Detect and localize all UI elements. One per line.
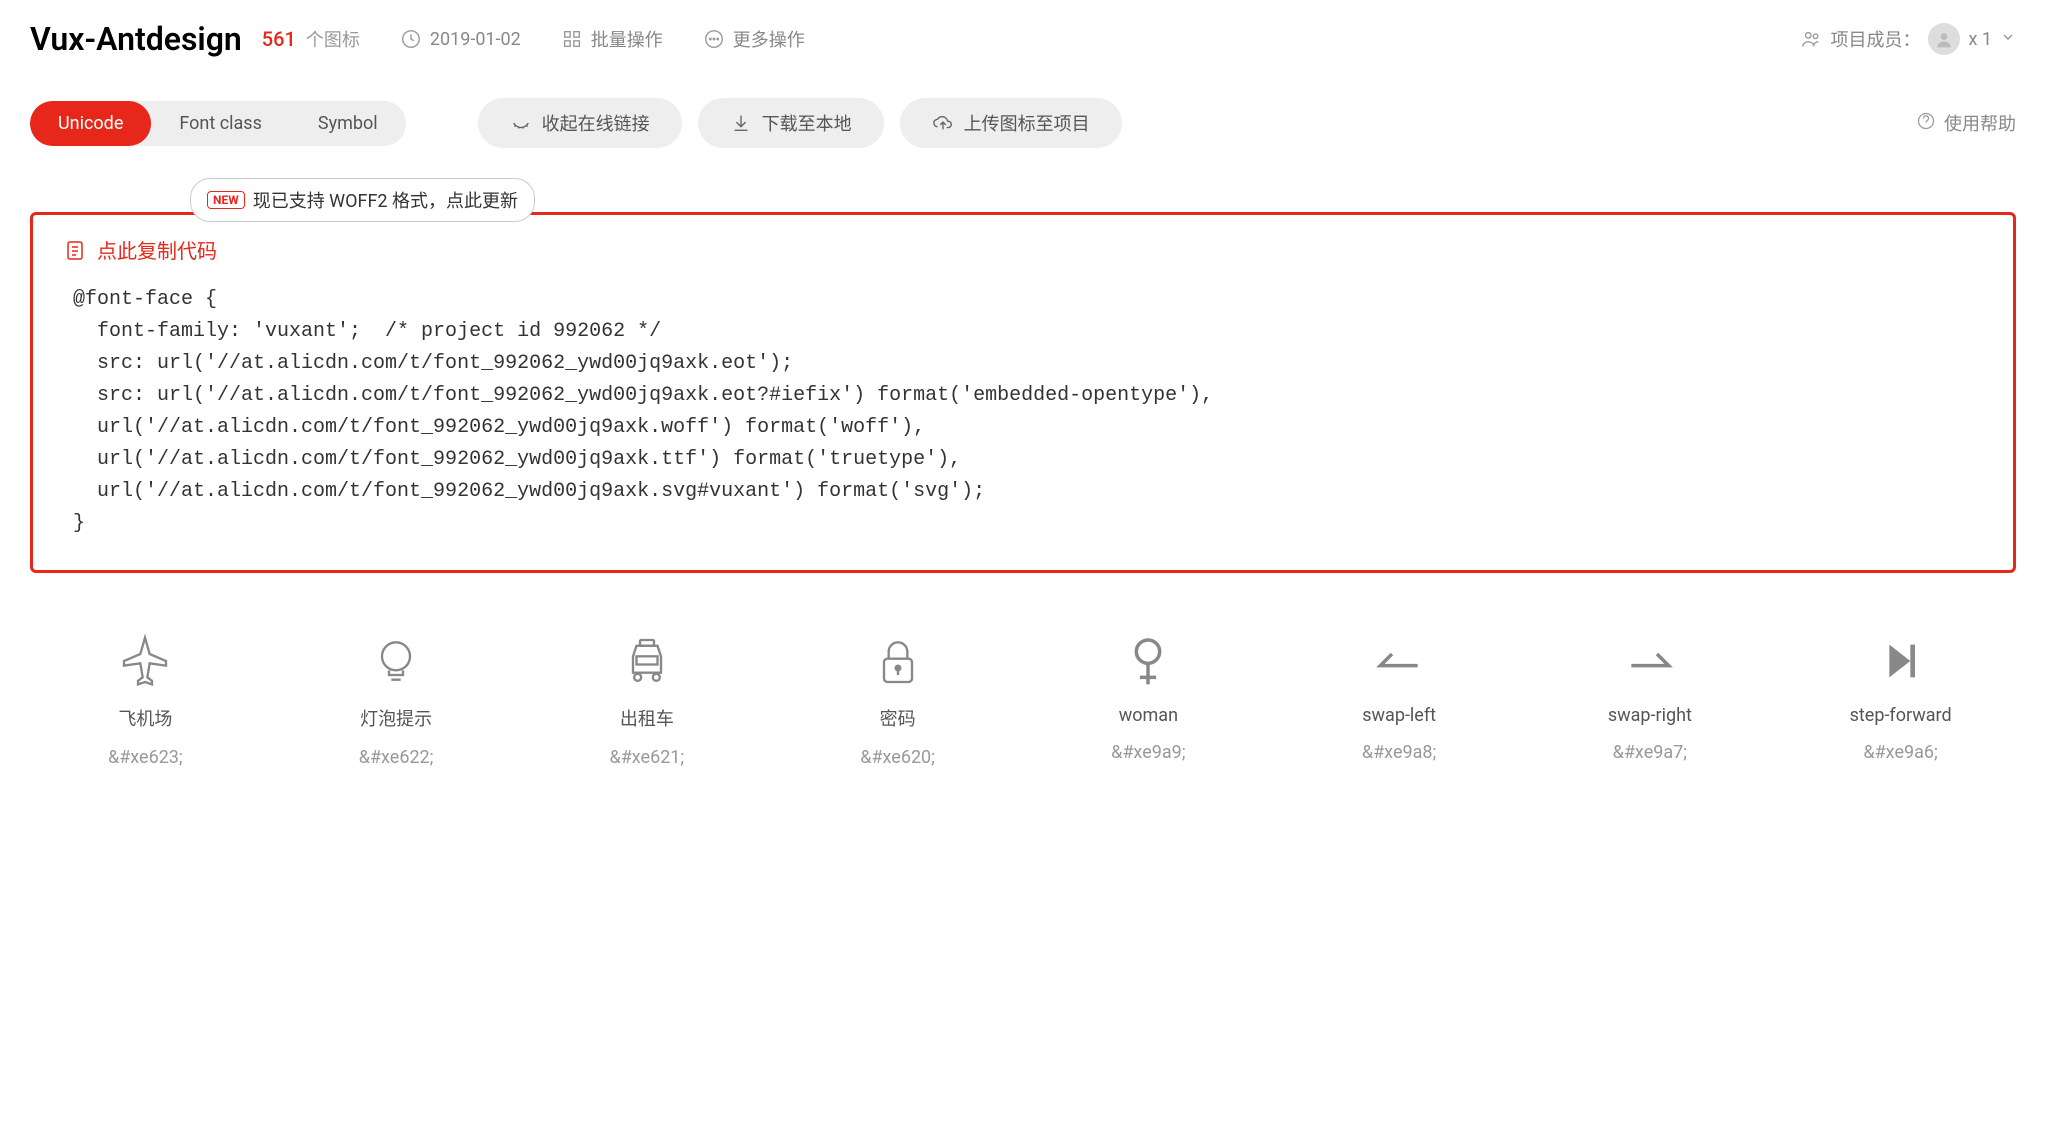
icon-item-bulb[interactable]: 灯泡提示 &#xe622; <box>281 633 512 768</box>
project-title: Vux-Antdesign <box>30 20 242 58</box>
icon-label: swap-right <box>1608 705 1692 726</box>
download-button[interactable]: 下载至本地 <box>698 98 884 148</box>
icon-count: 561 <box>262 27 296 51</box>
copy-code-link[interactable]: 点此复制代码 <box>63 235 1983 264</box>
download-icon <box>730 112 752 134</box>
chevron-down-icon <box>2000 29 2016 50</box>
icon-label: step-forward <box>1850 705 1952 726</box>
airplane-icon <box>117 633 173 689</box>
icon-code: &#xe623; <box>108 747 183 768</box>
cloud-upload-icon <box>932 112 954 134</box>
icon-item-swap-left[interactable]: swap-left &#xe9a8; <box>1284 633 1515 768</box>
icon-item-woman[interactable]: woman &#xe9a9; <box>1033 633 1264 768</box>
code-block[interactable]: @font-face { font-family: 'vuxant'; /* p… <box>63 284 1983 540</box>
tab-group: Unicode Font class Symbol <box>30 101 406 146</box>
copy-icon <box>63 238 87 262</box>
icon-item-airport[interactable]: 飞机场 &#xe623; <box>30 633 261 768</box>
banner-wrap: NEW 现已支持 WOFF2 格式，点此更新 <box>190 178 2016 222</box>
avatar <box>1928 23 1960 55</box>
icon-code: &#xe9a8; <box>1362 742 1436 763</box>
icon-code: &#xe622; <box>359 747 434 768</box>
date-display: 2019-01-02 <box>400 28 521 50</box>
icon-code: &#xe621; <box>610 747 685 768</box>
tab-fontclass[interactable]: Font class <box>151 101 290 146</box>
page-header: Vux-Antdesign 561 个图标 2019-01-02 批量操作 更多… <box>30 20 2016 58</box>
taxi-icon <box>619 633 675 689</box>
people-icon <box>1800 28 1822 50</box>
tab-symbol[interactable]: Symbol <box>290 101 406 146</box>
bulb-icon <box>368 633 424 689</box>
swap-right-icon <box>1622 633 1678 689</box>
clock-icon <box>400 28 422 50</box>
more-action[interactable]: 更多操作 <box>703 26 805 52</box>
icon-item-step-forward[interactable]: step-forward &#xe9a6; <box>1785 633 2016 768</box>
swap-left-icon <box>1371 633 1427 689</box>
more-icon <box>703 28 725 50</box>
woman-icon <box>1120 633 1176 689</box>
icon-item-swap-right[interactable]: swap-right &#xe9a7; <box>1535 633 1766 768</box>
step-forward-icon <box>1873 633 1929 689</box>
help-icon <box>1916 111 1936 136</box>
eye-closed-icon <box>510 112 532 134</box>
icon-code: &#xe620; <box>860 747 935 768</box>
icon-count-label: 个图标 <box>306 30 360 51</box>
icon-label: 密码 <box>880 705 916 731</box>
controls-row: Unicode Font class Symbol 收起在线链接 下载至本地 上… <box>30 98 2016 148</box>
icon-label: 出租车 <box>620 705 674 731</box>
help-link[interactable]: 使用帮助 <box>1916 110 2016 136</box>
icon-label: 灯泡提示 <box>360 705 432 731</box>
icon-label: 飞机场 <box>118 705 172 731</box>
icon-item-lock[interactable]: 密码 &#xe620; <box>782 633 1013 768</box>
code-panel: 点此复制代码 @font-face { font-family: 'vuxant… <box>30 212 2016 573</box>
collapse-button[interactable]: 收起在线链接 <box>478 98 682 148</box>
icon-label: swap-left <box>1362 705 1436 726</box>
members[interactable]: 项目成员： x 1 <box>1800 23 2016 55</box>
icon-code: &#xe9a6; <box>1863 742 1937 763</box>
icon-code: &#xe9a9; <box>1111 742 1185 763</box>
new-badge: NEW <box>207 191 245 209</box>
icon-grid: 飞机场 &#xe623; 灯泡提示 &#xe622; 出租车 &#xe621; … <box>30 633 2016 768</box>
icon-code: &#xe9a7; <box>1613 742 1687 763</box>
grid-icon <box>561 28 583 50</box>
icon-label: woman <box>1119 705 1178 726</box>
upload-button[interactable]: 上传图标至项目 <box>900 98 1122 148</box>
lock-icon <box>870 633 926 689</box>
tab-unicode[interactable]: Unicode <box>30 101 151 146</box>
woff2-banner[interactable]: NEW 现已支持 WOFF2 格式，点此更新 <box>190 178 535 222</box>
batch-action[interactable]: 批量操作 <box>561 26 663 52</box>
icon-count-wrap: 561 个图标 <box>262 26 360 52</box>
icon-item-taxi[interactable]: 出租车 &#xe621; <box>532 633 763 768</box>
